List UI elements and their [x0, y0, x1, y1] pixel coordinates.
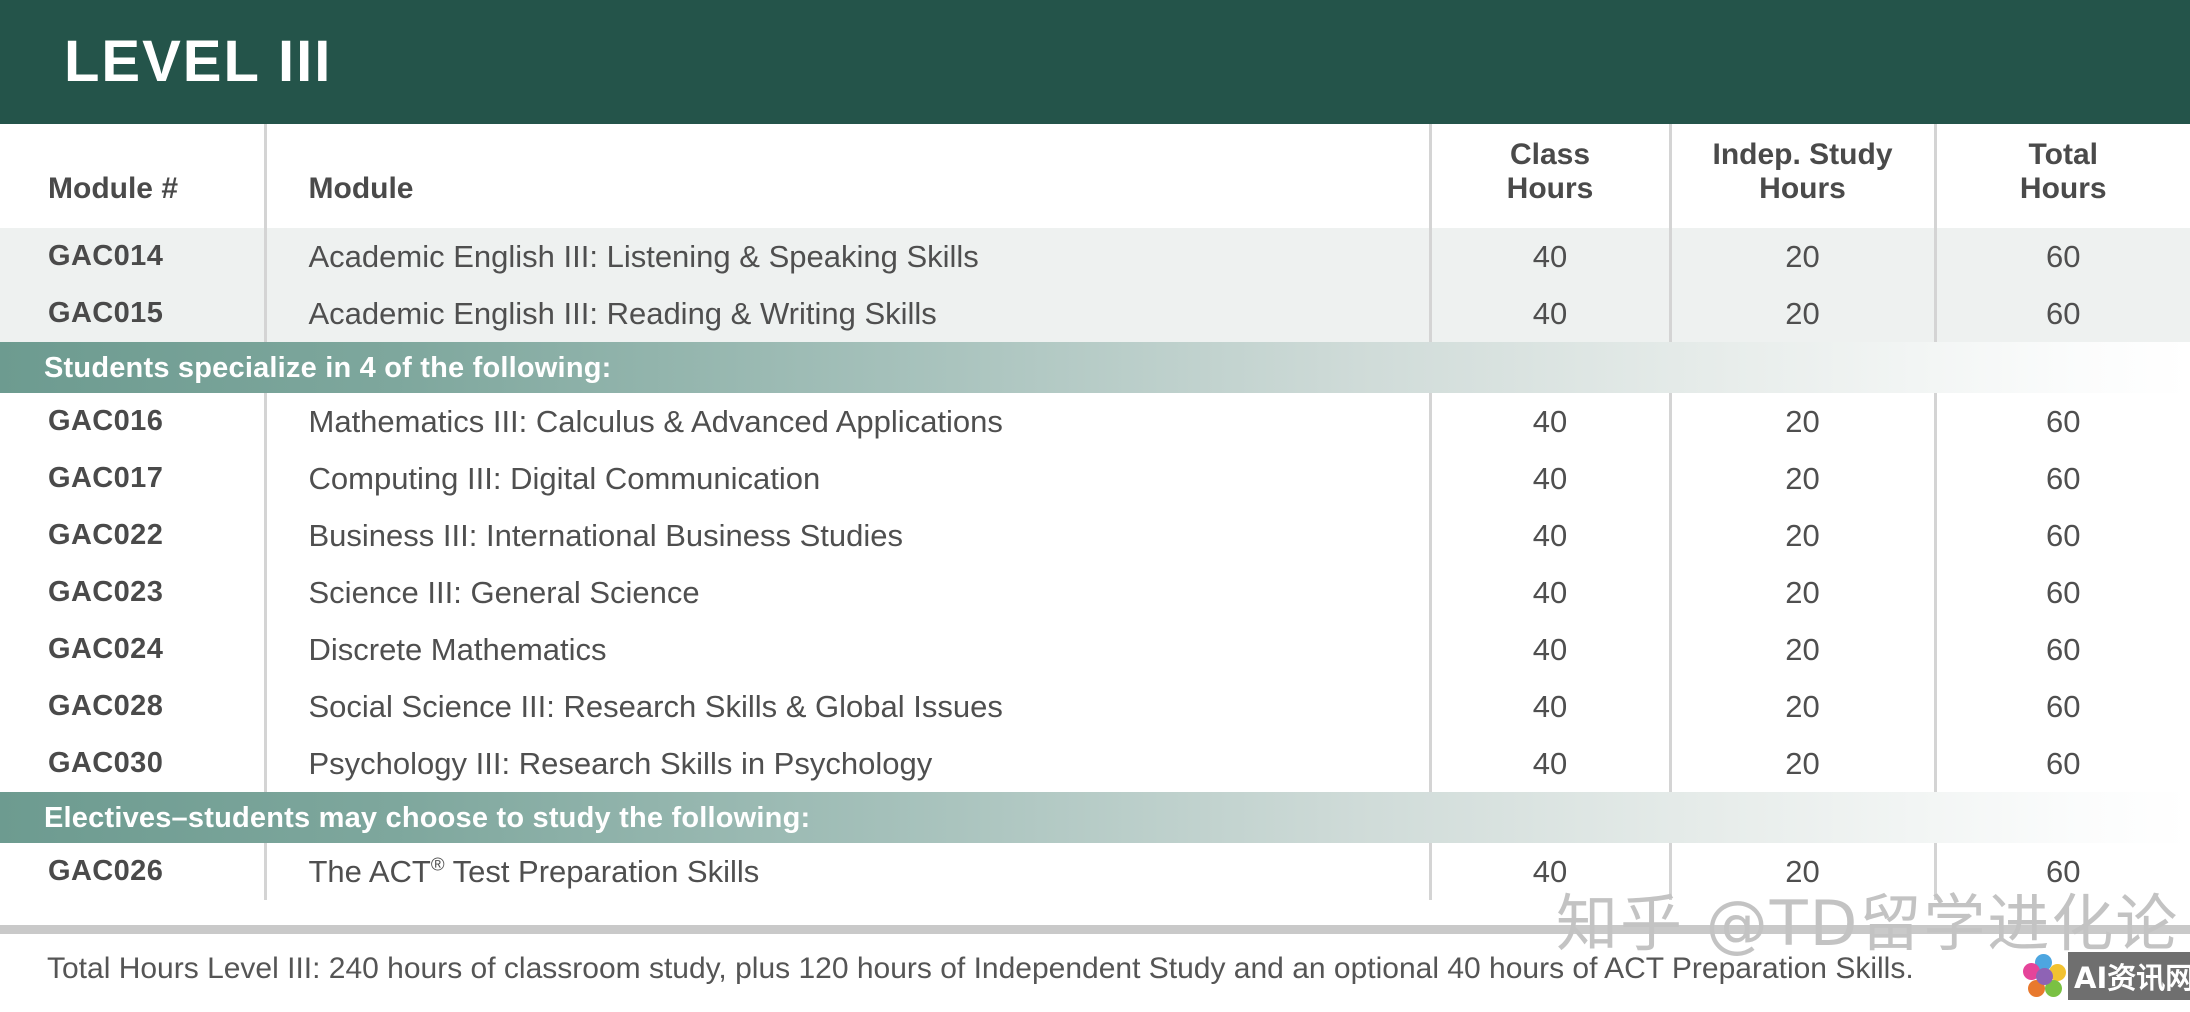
cell-total-hours: 60 — [1933, 735, 2190, 793]
cell-module-number: GAC030 — [0, 735, 265, 793]
cell-class-hours: 40 — [1428, 393, 1670, 451]
cell-total-hours: 60 — [1933, 228, 2190, 286]
cell-module: Computing III: Digital Communication — [263, 450, 1430, 508]
section-band-specialize: Students specialize in 4 of the followin… — [0, 342, 2190, 394]
cell-indep-study-hours: 20 — [1668, 843, 1935, 901]
registered-trademark-icon: ® — [430, 854, 445, 876]
cell-class-hours: 40 — [1428, 735, 1670, 793]
cell-module: Business III: International Business Stu… — [263, 507, 1430, 565]
table-row: GAC017 Computing III: Digital Communicat… — [0, 450, 2190, 508]
cell-indep-study-hours: 20 — [1668, 393, 1935, 451]
cell-module: Social Science III: Research Skills & Gl… — [263, 678, 1430, 736]
column-header-class-hours-line1: Class — [1509, 138, 1591, 171]
column-header-module-number: Module # — [0, 124, 265, 229]
cell-total-hours: 60 — [1933, 450, 2190, 508]
cell-class-hours: 40 — [1428, 843, 1670, 901]
cell-total-hours: 60 — [1933, 621, 2190, 679]
table-row: GAC016 Mathematics III: Calculus & Advan… — [0, 393, 2190, 451]
column-header-total-hours-line2: Hours — [2019, 172, 2107, 206]
cell-indep-study-hours: 20 — [1668, 507, 1935, 565]
cell-module-number: GAC017 — [0, 450, 265, 508]
section-band-row-specialize: Students specialize in 4 of the followin… — [0, 342, 2190, 394]
table-header-row: Module # Module Class Hours Indep. Study… — [0, 124, 2190, 229]
section-band-row-electives: Electives–students may choose to study t… — [0, 792, 2190, 844]
total-hours-note: Total Hours Level III: 240 hours of clas… — [47, 952, 1914, 985]
cell-indep-study-hours: 20 — [1668, 564, 1935, 622]
cell-module-number: GAC022 — [0, 507, 265, 565]
cell-module-number: GAC016 — [0, 393, 265, 451]
cell-module: Psychology III: Research Skills in Psych… — [263, 735, 1430, 793]
cell-indep-study-hours: 20 — [1668, 735, 1935, 793]
table-row: GAC015 Academic English III: Reading & W… — [0, 285, 2190, 343]
table-row: GAC022 Business III: International Busin… — [0, 507, 2190, 565]
table-row: GAC023 Science III: General Science 40 2… — [0, 564, 2190, 622]
cell-class-hours: 40 — [1428, 450, 1670, 508]
column-header-module: Module — [263, 124, 1430, 229]
cell-class-hours: 40 — [1428, 228, 1670, 286]
cell-module: Science III: General Science — [263, 564, 1430, 622]
cell-class-hours: 40 — [1428, 621, 1670, 679]
table-row: GAC030 Psychology III: Research Skills i… — [0, 735, 2190, 793]
cell-indep-study-hours: 20 — [1668, 621, 1935, 679]
cell-module-number: GAC023 — [0, 564, 265, 622]
flower-logo-icon — [2020, 952, 2068, 1000]
module-name-suffix: Test Preparation Skills — [444, 854, 760, 890]
column-header-indep-study-line2: Hours — [1759, 172, 1846, 206]
cell-module-number: GAC026 — [0, 843, 265, 901]
footer-divider — [0, 925, 2190, 934]
table-body: GAC014 Academic English III: Listening &… — [0, 228, 2190, 901]
cell-module-number: GAC024 — [0, 621, 265, 679]
cell-module-number: GAC028 — [0, 678, 265, 736]
cell-module-number: GAC014 — [0, 228, 265, 286]
section-band-label: Electives–students may choose to study t… — [44, 802, 811, 835]
table-row: GAC026 The ACT® Test Preparation Skills … — [0, 843, 2190, 901]
level-banner: LEVEL III — [0, 0, 2190, 124]
cell-class-hours: 40 — [1428, 285, 1670, 343]
cell-class-hours: 40 — [1428, 678, 1670, 736]
column-header-class-hours: Class Hours — [1428, 124, 1670, 229]
column-header-total-hours-line1: Total — [2028, 138, 2098, 171]
schedule-table-container: Module # Module Class Hours Indep. Study… — [0, 124, 2190, 901]
cell-module: Discrete Mathematics — [263, 621, 1430, 679]
section-band-electives: Electives–students may choose to study t… — [0, 792, 2190, 844]
cell-indep-study-hours: 20 — [1668, 285, 1935, 343]
cell-total-hours: 60 — [1933, 285, 2190, 343]
table-header: Module # Module Class Hours Indep. Study… — [0, 124, 2190, 229]
cell-module: Academic English III: Reading & Writing … — [263, 285, 1430, 343]
table-row: GAC014 Academic English III: Listening &… — [0, 228, 2190, 286]
cell-class-hours: 40 — [1428, 564, 1670, 622]
cell-total-hours: 60 — [1933, 393, 2190, 451]
module-name-prefix: The ACT — [308, 854, 431, 890]
cell-total-hours: 60 — [1933, 678, 2190, 736]
cell-module: Academic English III: Listening & Speaki… — [263, 228, 1430, 286]
column-header-total-hours: Total Hours — [1933, 124, 2190, 229]
column-header-class-hours-line2: Hours — [1506, 172, 1594, 206]
ai-news-watermark-badge: AI资讯网 — [2020, 952, 2190, 1000]
table-row: GAC024 Discrete Mathematics 40 20 60 — [0, 621, 2190, 679]
cell-module-number: GAC015 — [0, 285, 265, 343]
column-header-indep-study-line1: Indep. Study — [1712, 138, 1893, 171]
page-title: LEVEL III — [64, 29, 333, 94]
cell-indep-study-hours: 20 — [1668, 450, 1935, 508]
cell-total-hours: 60 — [1933, 843, 2190, 901]
cell-indep-study-hours: 20 — [1668, 228, 1935, 286]
ai-news-watermark-label: AI资讯网 — [2074, 961, 2190, 995]
column-header-indep-study-hours: Indep. Study Hours — [1668, 124, 1935, 229]
cell-indep-study-hours: 20 — [1668, 678, 1935, 736]
cell-total-hours: 60 — [1933, 507, 2190, 565]
cell-total-hours: 60 — [1933, 564, 2190, 622]
section-band-label: Students specialize in 4 of the followin… — [44, 352, 612, 385]
cell-module: Mathematics III: Calculus & Advanced App… — [263, 393, 1430, 451]
table-row: GAC028 Social Science III: Research Skil… — [0, 678, 2190, 736]
cell-class-hours: 40 — [1428, 507, 1670, 565]
module-schedule-table: Module # Module Class Hours Indep. Study… — [0, 124, 2190, 901]
cell-module: The ACT® Test Preparation Skills — [263, 843, 1430, 901]
